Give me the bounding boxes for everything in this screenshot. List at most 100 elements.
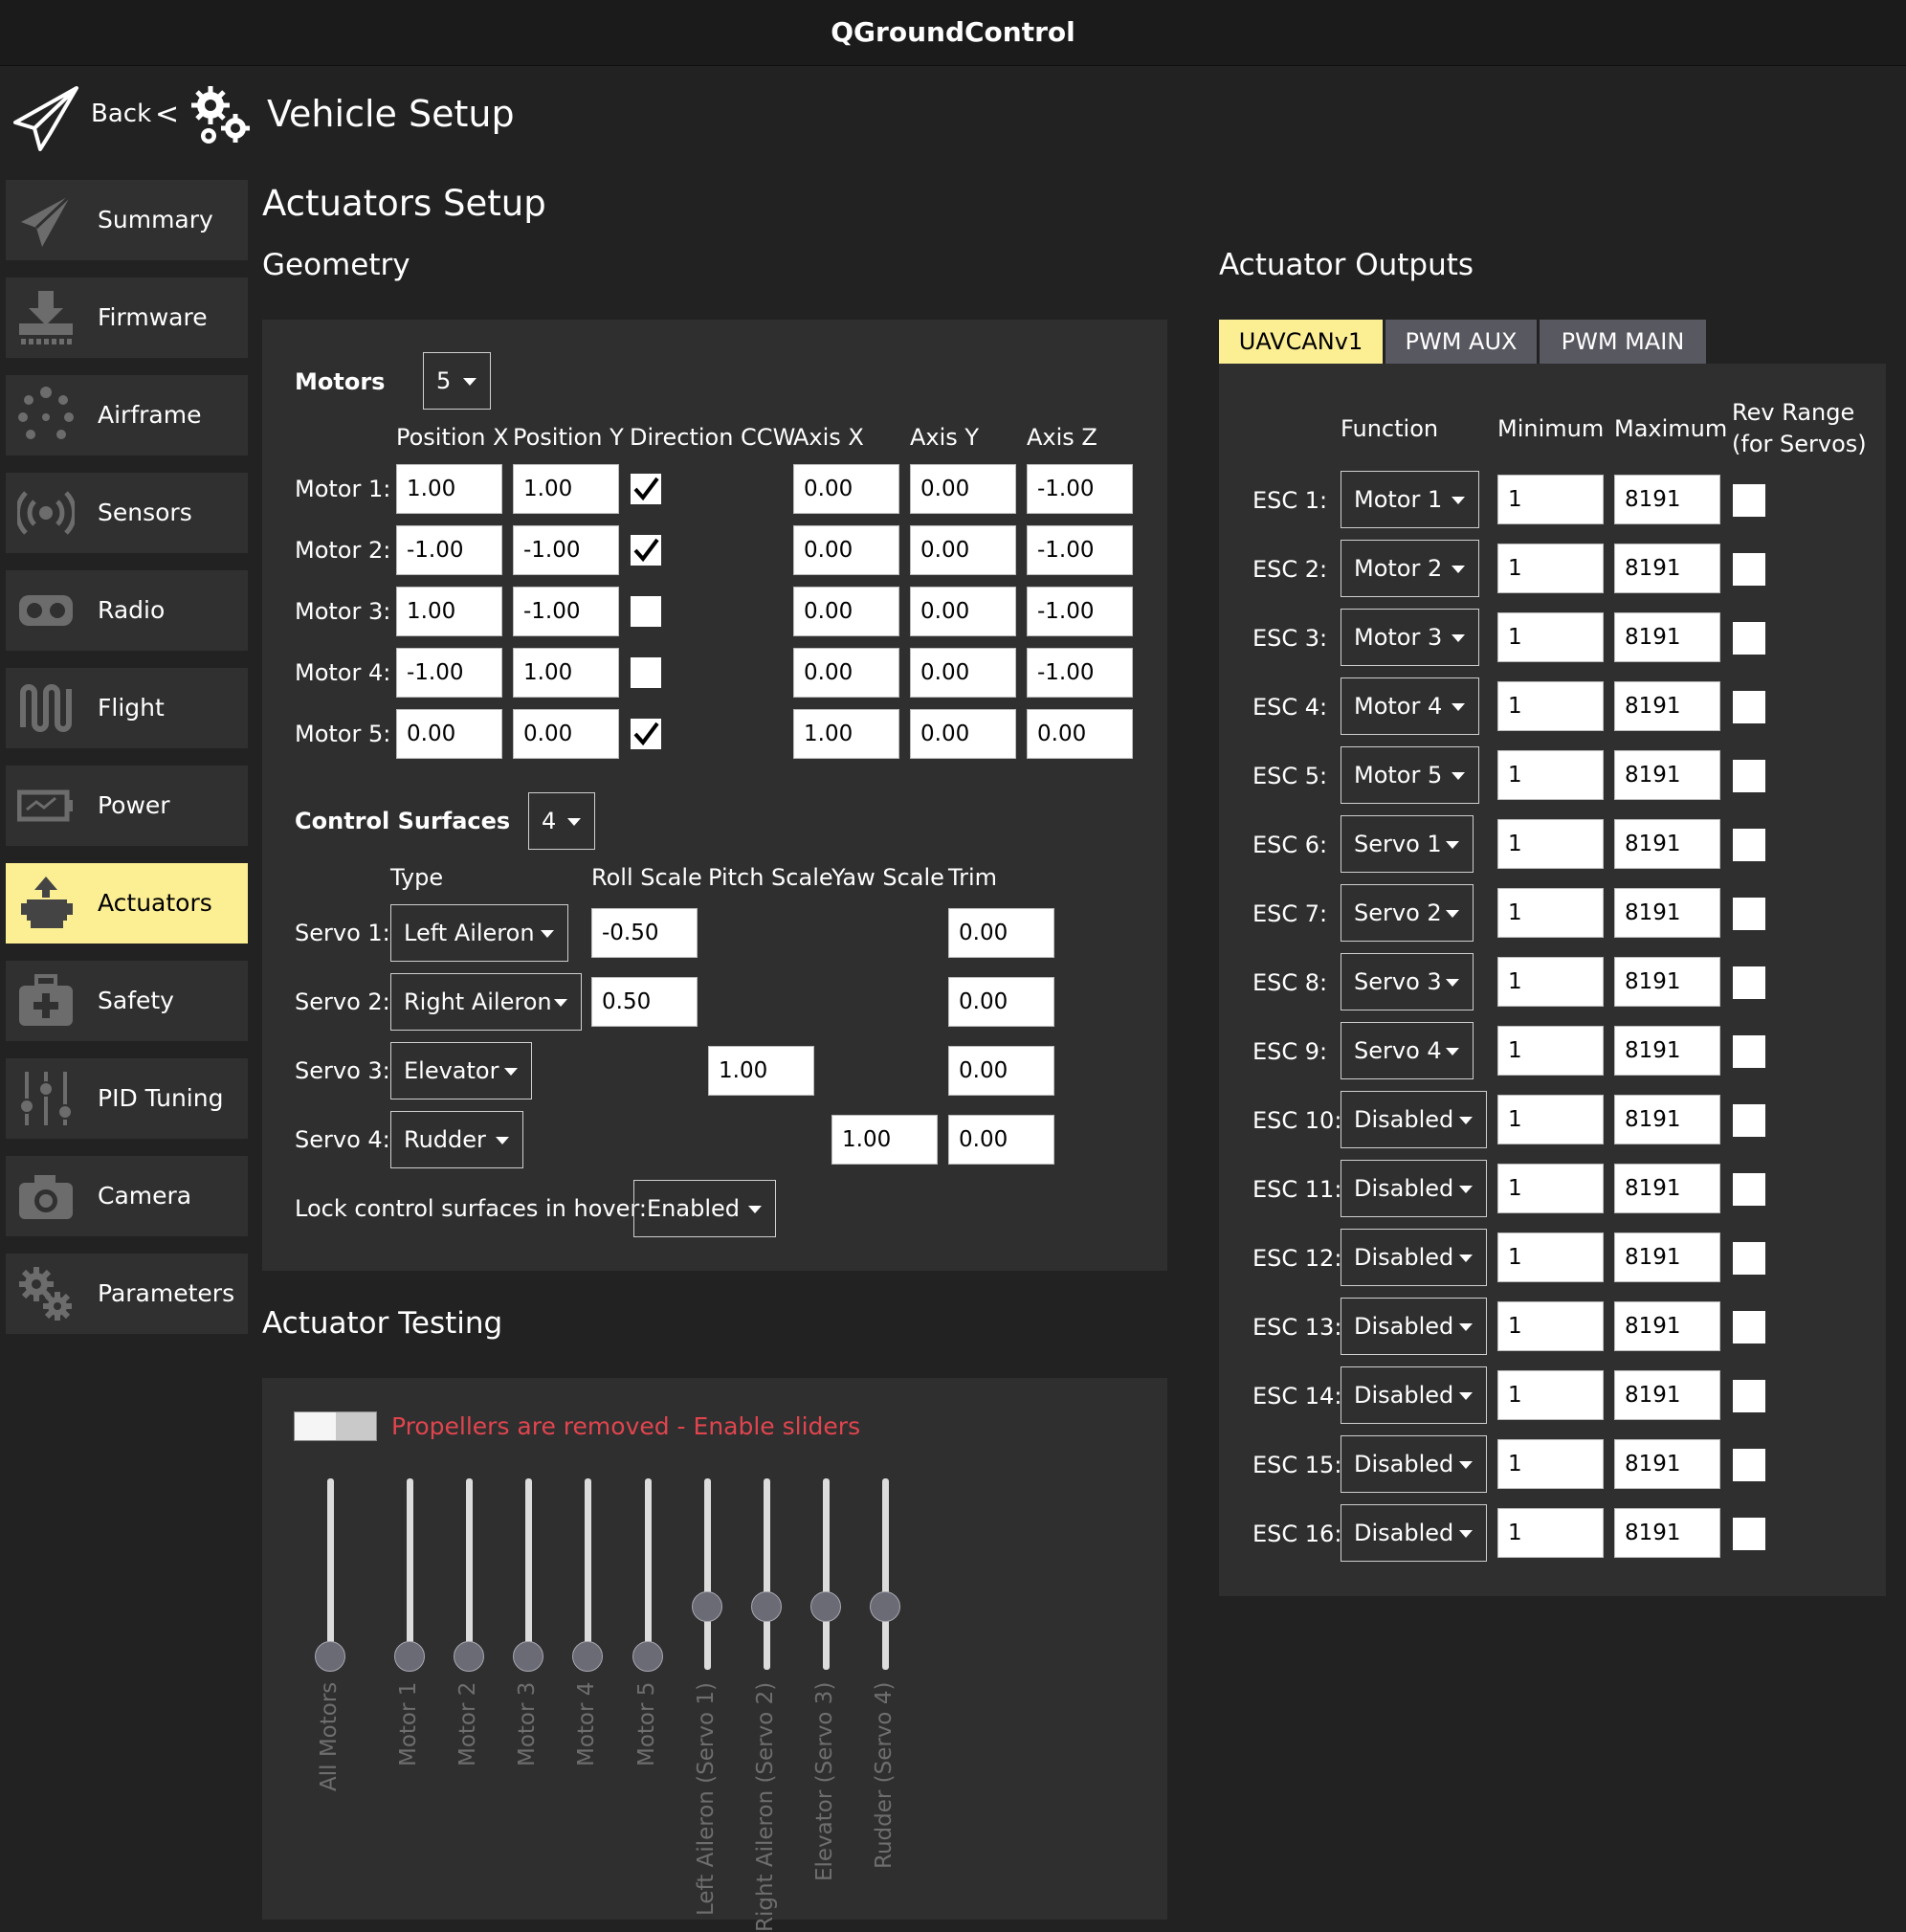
esc-maximum-input[interactable]: 8191 xyxy=(1614,1301,1720,1351)
esc-maximum-input[interactable]: 8191 xyxy=(1614,1508,1720,1558)
motor-axis-x-input[interactable]: 0.00 xyxy=(793,587,899,636)
esc-minimum-input[interactable]: 1 xyxy=(1497,1370,1604,1420)
esc-minimum-input[interactable]: 1 xyxy=(1497,1301,1604,1351)
slider-handle[interactable] xyxy=(454,1641,484,1672)
motor-position-x-input[interactable]: 0.00 xyxy=(396,709,502,759)
slider-handle[interactable] xyxy=(315,1641,345,1672)
sidebar-item-airframe[interactable]: Airframe xyxy=(6,375,248,455)
slider-handle[interactable] xyxy=(751,1590,782,1622)
esc-minimum-input[interactable]: 1 xyxy=(1497,681,1604,731)
esc-maximum-input[interactable]: 8191 xyxy=(1614,1439,1720,1489)
motor-axis-x-input[interactable]: 1.00 xyxy=(793,709,899,759)
motor-axis-y-input[interactable]: 0.00 xyxy=(910,525,1016,575)
motor-axis-z-input[interactable]: -1.00 xyxy=(1027,464,1133,514)
motor-position-y-input[interactable]: 1.00 xyxy=(513,464,619,514)
esc-rev-range-checkbox[interactable] xyxy=(1733,966,1765,999)
sidebar-item-power[interactable]: Power xyxy=(6,766,248,846)
motor-position-x-input[interactable]: 1.00 xyxy=(396,464,502,514)
esc-function-dropdown[interactable]: Motor 1 xyxy=(1341,471,1479,528)
esc-maximum-input[interactable]: 8191 xyxy=(1614,544,1720,593)
esc-rev-range-checkbox[interactable] xyxy=(1733,553,1765,586)
esc-rev-range-checkbox[interactable] xyxy=(1733,691,1765,723)
esc-function-dropdown[interactable]: Servo 3 xyxy=(1341,953,1474,1010)
esc-maximum-input[interactable]: 8191 xyxy=(1614,475,1720,524)
sidebar-item-pid-tuning[interactable]: PID Tuning xyxy=(6,1058,248,1139)
motor-axis-y-input[interactable]: 0.00 xyxy=(910,587,1016,636)
servo-trim-input[interactable]: 0.00 xyxy=(948,908,1054,958)
esc-maximum-input[interactable]: 8191 xyxy=(1614,1232,1720,1282)
servo-roll-scale-input[interactable]: 0.50 xyxy=(591,977,698,1027)
esc-rev-range-checkbox[interactable] xyxy=(1733,760,1765,792)
esc-maximum-input[interactable]: 8191 xyxy=(1614,1370,1720,1420)
servo-trim-input[interactable]: 0.00 xyxy=(948,1115,1054,1165)
motor-position-x-input[interactable]: -1.00 xyxy=(396,648,502,698)
esc-minimum-input[interactable]: 1 xyxy=(1497,888,1604,938)
esc-function-dropdown[interactable]: Servo 1 xyxy=(1341,815,1474,873)
motor-position-y-input[interactable]: -1.00 xyxy=(513,587,619,636)
slider-track[interactable] xyxy=(704,1478,711,1670)
slider-handle[interactable] xyxy=(632,1641,663,1672)
esc-minimum-input[interactable]: 1 xyxy=(1497,750,1604,800)
sidebar-item-radio[interactable]: Radio xyxy=(6,570,248,651)
esc-function-dropdown[interactable]: Motor 2 xyxy=(1341,540,1479,597)
motor-axis-z-input[interactable]: -1.00 xyxy=(1027,587,1133,636)
control-surfaces-count-dropdown[interactable]: 4 xyxy=(528,792,595,850)
esc-minimum-input[interactable]: 1 xyxy=(1497,475,1604,524)
esc-rev-range-checkbox[interactable] xyxy=(1733,1380,1765,1412)
esc-minimum-input[interactable]: 1 xyxy=(1497,957,1604,1007)
motor-direction-ccw-checkbox[interactable] xyxy=(631,719,661,749)
motor-axis-z-input[interactable]: -1.00 xyxy=(1027,525,1133,575)
servo-type-dropdown[interactable]: Rudder xyxy=(390,1111,523,1168)
servo-pitch-scale-input[interactable]: 1.00 xyxy=(708,1046,814,1096)
esc-rev-range-checkbox[interactable] xyxy=(1733,484,1765,517)
servo-trim-input[interactable]: 0.00 xyxy=(948,977,1054,1027)
esc-minimum-input[interactable]: 1 xyxy=(1497,1095,1604,1144)
motors-count-dropdown[interactable]: 5 xyxy=(423,352,491,410)
servo-trim-input[interactable]: 0.00 xyxy=(948,1046,1054,1096)
esc-minimum-input[interactable]: 1 xyxy=(1497,544,1604,593)
slider-handle[interactable] xyxy=(810,1590,841,1622)
slider-handle[interactable] xyxy=(394,1641,425,1672)
esc-maximum-input[interactable]: 8191 xyxy=(1614,750,1720,800)
motor-direction-ccw-checkbox[interactable] xyxy=(631,474,661,504)
esc-maximum-input[interactable]: 8191 xyxy=(1614,1026,1720,1076)
sidebar-item-actuators[interactable]: Actuators xyxy=(6,863,248,944)
esc-rev-range-checkbox[interactable] xyxy=(1733,1311,1765,1344)
servo-roll-scale-input[interactable]: -0.50 xyxy=(591,908,698,958)
motor-axis-z-input[interactable]: -1.00 xyxy=(1027,648,1133,698)
esc-minimum-input[interactable]: 1 xyxy=(1497,1508,1604,1558)
slider-handle[interactable] xyxy=(513,1641,543,1672)
esc-function-dropdown[interactable]: Disabled xyxy=(1341,1298,1487,1355)
slider-track[interactable] xyxy=(764,1478,770,1670)
esc-function-dropdown[interactable]: Disabled xyxy=(1341,1504,1487,1562)
motor-direction-ccw-checkbox[interactable] xyxy=(631,657,661,688)
motor-direction-ccw-checkbox[interactable] xyxy=(631,535,661,566)
esc-rev-range-checkbox[interactable] xyxy=(1733,622,1765,655)
esc-function-dropdown[interactable]: Disabled xyxy=(1341,1229,1487,1286)
esc-rev-range-checkbox[interactable] xyxy=(1733,1035,1765,1068)
esc-rev-range-checkbox[interactable] xyxy=(1733,1242,1765,1275)
tab-uavcanv1[interactable]: UAVCANv1 xyxy=(1219,320,1383,364)
esc-minimum-input[interactable]: 1 xyxy=(1497,1439,1604,1489)
sidebar-item-parameters[interactable]: Parameters xyxy=(6,1254,248,1334)
esc-rev-range-checkbox[interactable] xyxy=(1733,1173,1765,1206)
motor-position-x-input[interactable]: 1.00 xyxy=(396,587,502,636)
sidebar-item-firmware[interactable]: Firmware xyxy=(6,278,248,358)
slider-handle[interactable] xyxy=(692,1590,722,1622)
esc-minimum-input[interactable]: 1 xyxy=(1497,612,1604,662)
motor-position-x-input[interactable]: -1.00 xyxy=(396,525,502,575)
esc-function-dropdown[interactable]: Disabled xyxy=(1341,1091,1487,1148)
back-label[interactable]: Back xyxy=(91,100,151,128)
sidebar-item-camera[interactable]: Camera xyxy=(6,1156,248,1236)
motor-axis-x-input[interactable]: 0.00 xyxy=(793,464,899,514)
esc-maximum-input[interactable]: 8191 xyxy=(1614,819,1720,869)
motor-axis-y-input[interactable]: 0.00 xyxy=(910,648,1016,698)
slider-track[interactable] xyxy=(823,1478,830,1670)
sidebar-item-summary[interactable]: Summary xyxy=(6,180,248,260)
sidebar-item-safety[interactable]: Safety xyxy=(6,961,248,1041)
esc-function-dropdown[interactable]: Motor 4 xyxy=(1341,677,1479,735)
esc-minimum-input[interactable]: 1 xyxy=(1497,819,1604,869)
esc-minimum-input[interactable]: 1 xyxy=(1497,1164,1604,1213)
esc-maximum-input[interactable]: 8191 xyxy=(1614,888,1720,938)
slider-handle[interactable] xyxy=(870,1590,900,1622)
